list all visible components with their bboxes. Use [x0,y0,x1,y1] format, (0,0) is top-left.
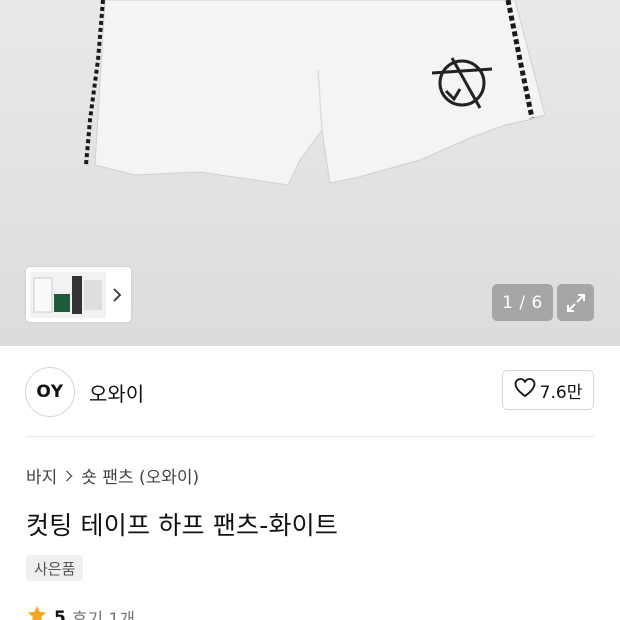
product-image-gallery[interactable]: 1 / 6 [0,0,620,346]
brand-logo[interactable]: OY [25,367,75,417]
divider [26,436,594,437]
review-count[interactable]: 후기 1개 [72,605,135,620]
star-icon [26,604,48,620]
rating-score: 5 [54,607,66,620]
brand-row: OY 오와이 7.6만 [0,346,620,436]
like-count: 7.6만 [539,382,583,403]
like-button[interactable]: 7.6만 [502,370,594,410]
heart-icon [514,377,536,403]
expand-icon[interactable] [557,284,594,321]
image-counter: 1 / 6 [492,284,553,321]
breadcrumb-item-short-pants[interactable]: 숏 팬츠 (오와이) [81,463,199,488]
thumbnail-strip[interactable] [26,267,131,322]
breadcrumb: 바지 숏 팬츠 (오와이) [26,463,199,488]
chevron-right-icon [65,469,73,482]
thumbnail-image[interactable] [30,271,106,318]
brand-name[interactable]: 오와이 [89,378,144,407]
breadcrumb-item-pants[interactable]: 바지 [26,463,57,488]
rating-row[interactable]: 5 후기 1개 [26,604,135,620]
gift-badge: 사은품 [26,555,84,581]
chevron-right-icon[interactable] [106,272,128,318]
product-title: 컷팅 테이프 하프 팬츠-화이트 [26,511,339,540]
